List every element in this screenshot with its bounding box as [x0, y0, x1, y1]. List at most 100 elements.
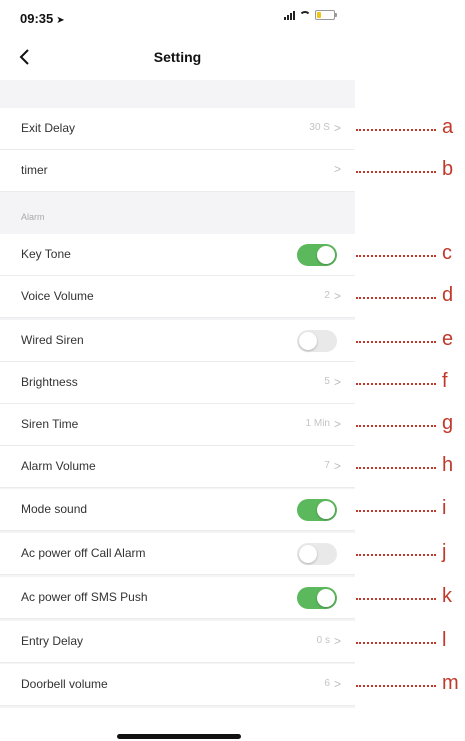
annotation-l: l — [356, 621, 465, 663]
entry-delay-value: 0 s > — [317, 633, 341, 648]
annotation-leader — [356, 598, 436, 600]
toggle-knob — [317, 501, 335, 519]
wifi-icon — [299, 10, 311, 20]
page-title: Setting — [153, 49, 202, 65]
signal-icon — [284, 10, 295, 20]
chevron-right-icon: > — [333, 162, 341, 176]
brightness-label: Brightness — [21, 375, 78, 389]
annotation-leader — [356, 554, 436, 556]
annotation-c: c — [356, 234, 465, 276]
doorbell-volume-row[interactable]: Doorbell volume 6 > — [0, 664, 355, 706]
annotation-letter: i — [442, 497, 447, 519]
annotation-leader — [356, 685, 436, 687]
exit-delay-label: Exit Delay — [21, 121, 76, 135]
exit-delay-row[interactable]: Exit Delay 30 S > — [0, 108, 355, 150]
chevron-right-icon: > — [333, 633, 341, 648]
wired-siren-toggle[interactable] — [297, 330, 337, 352]
mode-sound-row: Mode sound — [0, 489, 355, 531]
annotation-letter: l — [442, 629, 447, 651]
ac-power-off-call-alarm-toggle[interactable] — [297, 543, 337, 565]
ac-power-off-sms-push-toggle[interactable] — [297, 587, 337, 609]
timer-row[interactable]: timer > — [0, 150, 355, 192]
siren-time-label: Siren Time — [21, 417, 79, 431]
annotation-letter: a — [442, 116, 454, 138]
annotation-leader — [356, 425, 436, 427]
siren-time-value: 1 Min > — [305, 416, 341, 431]
annotation-e: e — [356, 320, 465, 362]
chevron-right-icon: > — [333, 416, 341, 431]
timer-value: > — [333, 162, 341, 176]
alarm-volume-value: 7 > — [324, 460, 341, 472]
annotation-letter: g — [442, 412, 454, 434]
voice-volume-row[interactable]: Voice Volume 2 > — [0, 276, 355, 318]
ac-power-off-sms-push-row: Ac power off SMS Push — [0, 577, 355, 619]
annotation-d: d — [356, 276, 465, 318]
chevron-right-icon: > — [333, 288, 341, 303]
toggle-knob — [299, 332, 317, 350]
chevron-right-icon: > — [333, 374, 341, 389]
battery-icon — [315, 10, 337, 20]
phone-screen: 09:35 ➤ Setting Exit Delay 30 S > timer > … — [0, 0, 355, 741]
exit-delay-value: 30 S > — [309, 120, 341, 135]
exit-delay-value-text: 30 S — [309, 122, 330, 133]
annotation-letter: c — [442, 242, 452, 264]
annotation-h: h — [356, 446, 465, 488]
annotation-leader — [356, 510, 436, 512]
voice-volume-value-text: 2 — [324, 290, 330, 301]
nav-bar: Setting — [0, 36, 355, 80]
status-bar: 09:35 ➤ — [0, 0, 355, 36]
wired-siren-label: Wired Siren — [21, 333, 84, 347]
annotation-leader — [356, 642, 436, 644]
annotation-leader — [356, 129, 436, 131]
annotation-letter: k — [442, 585, 452, 607]
timer-label: timer — [21, 163, 48, 177]
doorbell-volume-label: Doorbell volume — [21, 677, 108, 691]
brightness-row[interactable]: Brightness 5 > — [0, 362, 355, 404]
key-tone-label: Key Tone — [21, 247, 71, 261]
mode-sound-toggle[interactable] — [297, 499, 337, 521]
annotation-leader — [356, 171, 436, 173]
section-alarm-label: Alarm — [21, 212, 45, 222]
chevron-right-icon: > — [333, 676, 341, 691]
alarm-volume-row[interactable]: Alarm Volume 7 > — [0, 446, 355, 488]
annotation-leader — [356, 255, 436, 257]
siren-time-value-text: 1 Min — [305, 418, 330, 429]
annotation-letter: h — [442, 454, 454, 476]
annotation-g: g — [356, 404, 465, 446]
ac-power-off-call-alarm-label: Ac power off Call Alarm — [21, 546, 146, 560]
key-tone-toggle[interactable] — [297, 244, 337, 266]
location-arrow-icon: ➤ — [56, 15, 65, 26]
toggle-knob — [317, 246, 335, 264]
wired-siren-row: Wired Siren — [0, 320, 355, 362]
key-tone-row: Key Tone — [0, 234, 355, 276]
toggle-knob — [299, 545, 317, 563]
siren-time-row[interactable]: Siren Time 1 Min > — [0, 404, 355, 446]
status-time-text: 09:35 — [20, 11, 54, 26]
annotation-a: a — [356, 108, 465, 150]
doorbell-volume-value: 6 > — [324, 676, 341, 691]
chevron-right-icon: > — [333, 120, 341, 135]
annotation-leader — [356, 341, 436, 343]
annotation-k: k — [356, 577, 465, 619]
annotation-b: b — [356, 150, 465, 192]
annotation-f: f — [356, 362, 465, 404]
voice-volume-label: Voice Volume — [21, 289, 94, 303]
annotation-letter: m — [442, 672, 459, 694]
brightness-value-text: 5 — [324, 376, 330, 387]
toggle-knob — [317, 589, 335, 607]
status-time: 09:35 ➤ — [20, 11, 65, 26]
ac-power-off-sms-push-label: Ac power off SMS Push — [21, 590, 148, 604]
home-indicator — [117, 734, 241, 739]
annotation-letter: j — [442, 541, 447, 563]
doorbell-volume-value-text: 6 — [324, 678, 330, 689]
annotation-leader — [356, 383, 436, 385]
entry-delay-label: Entry Delay — [21, 634, 84, 648]
entry-delay-row[interactable]: Entry Delay 0 s > — [0, 621, 355, 663]
annotation-i: i — [356, 489, 465, 531]
mode-sound-label: Mode sound — [21, 502, 88, 516]
annotation-leader — [356, 297, 436, 299]
annotation-m: m — [356, 664, 465, 706]
status-icons — [284, 10, 337, 20]
voice-volume-value: 2 > — [324, 288, 341, 303]
ac-power-off-call-alarm-row: Ac power off Call Alarm — [0, 533, 355, 575]
